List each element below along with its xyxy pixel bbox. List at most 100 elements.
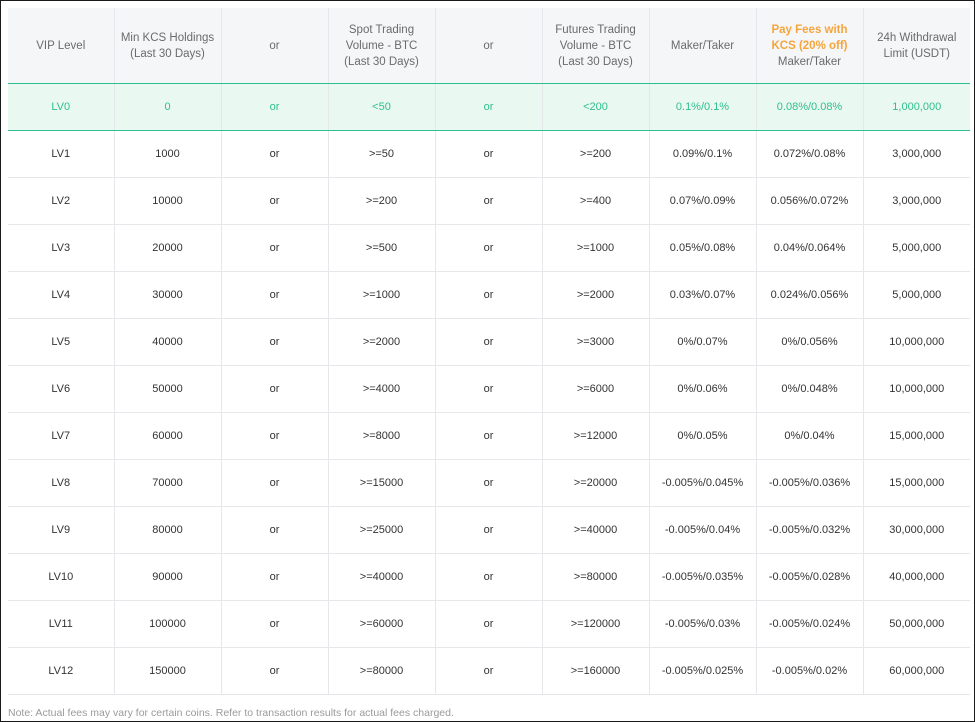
cell-or: or	[435, 224, 543, 272]
cell-futures-volume: >=3000	[542, 318, 650, 366]
cell-kcs-maker-taker: 0.08%/0.08%	[756, 83, 864, 131]
cell-min-kcs: 1000	[114, 130, 222, 178]
header-kcs-fees: Pay Fees with KCS (20% off) Maker/Taker	[756, 8, 864, 84]
cell-spot-volume: >=40000	[328, 553, 436, 601]
table-row: LV7 60000 or >=8000 or >=12000 0%/0.05% 0%/0.04…	[8, 412, 970, 460]
cell-withdrawal-limit: 5,000,000	[863, 271, 970, 319]
cell-kcs-maker-taker: 0%/0.04%	[756, 412, 864, 460]
table-row-current-level: LV0 0 or <50 or <200 0.1%/0.1% 0.08%/0.08% 1,000…	[8, 83, 970, 131]
cell-withdrawal-limit: 1,000,000	[863, 83, 970, 131]
cell-or: or	[221, 459, 329, 507]
table-row: LV5 40000 or >=2000 or >=3000 0%/0.07% 0%/0.056…	[8, 318, 970, 366]
cell-vip-level: LV5	[8, 318, 115, 366]
cell-min-kcs: 40000	[114, 318, 222, 366]
cell-or: or	[221, 318, 329, 366]
cell-maker-taker: 0%/0.07%	[649, 318, 757, 366]
cell-spot-volume: >=8000	[328, 412, 436, 460]
cell-spot-volume: >=60000	[328, 600, 436, 648]
table-header: VIP Level Min KCS Holdings (Last 30 Days…	[8, 8, 970, 84]
cell-min-kcs: 30000	[114, 271, 222, 319]
cell-futures-volume: >=2000	[542, 271, 650, 319]
cell-or: or	[435, 83, 543, 131]
table-row: LV6 50000 or >=4000 or >=6000 0%/0.06% 0%/0.048…	[8, 365, 970, 413]
table-row: LV4 30000 or >=1000 or >=2000 0.03%/0.07% 0.024…	[8, 271, 970, 319]
cell-futures-volume: >=400	[542, 177, 650, 225]
header-withdrawal-limit: 24h Withdrawal Limit (USDT)	[863, 8, 970, 84]
cell-min-kcs: 80000	[114, 506, 222, 554]
cell-futures-volume: >=80000	[542, 553, 650, 601]
cell-min-kcs: 100000	[114, 600, 222, 648]
header-or: or	[435, 8, 543, 84]
cell-spot-volume: >=4000	[328, 365, 436, 413]
cell-maker-taker: 0.09%/0.1%	[649, 130, 757, 178]
cell-or: or	[435, 600, 543, 648]
cell-maker-taker: 0.05%/0.08%	[649, 224, 757, 272]
cell-maker-taker: 0%/0.06%	[649, 365, 757, 413]
cell-spot-volume: >=500	[328, 224, 436, 272]
cell-spot-volume: >=15000	[328, 459, 436, 507]
cell-or: or	[221, 365, 329, 413]
header-min-kcs: Min KCS Holdings (Last 30 Days)	[114, 8, 222, 84]
kcs-maker-taker-label: Maker/Taker	[777, 55, 842, 68]
cell-or: or	[435, 553, 543, 601]
cell-futures-volume: >=40000	[542, 506, 650, 554]
cell-withdrawal-limit: 10,000,000	[863, 318, 970, 366]
header-spot-volume: Spot Trading Volume - BTC (Last 30 Days)	[328, 8, 436, 84]
table-row: LV1 1000 or >=50 or >=200 0.09%/0.1% 0.072%/0.0…	[8, 130, 970, 178]
cell-or: or	[435, 412, 543, 460]
fee-table-frame: VIP Level Min KCS Holdings (Last 30 Days…	[0, 0, 975, 722]
cell-maker-taker: 0%/0.05%	[649, 412, 757, 460]
cell-maker-taker: 0.07%/0.09%	[649, 177, 757, 225]
table-row: LV8 70000 or >=15000 or >=20000 -0.005%/0.045%…	[8, 459, 970, 507]
cell-or: or	[221, 177, 329, 225]
cell-or: or	[221, 553, 329, 601]
cell-withdrawal-limit: 30,000,000	[863, 506, 970, 554]
cell-kcs-maker-taker: -0.005%/0.028%	[756, 553, 864, 601]
cell-withdrawal-limit: 60,000,000	[863, 647, 970, 695]
cell-withdrawal-limit: 15,000,000	[863, 412, 970, 460]
table-row: LV11 100000 or >=60000 or >=120000 -0.005%/0.0…	[8, 600, 970, 648]
cell-or: or	[435, 318, 543, 366]
table-row: LV12 150000 or >=80000 or >=160000 -0.005%/0.0…	[8, 647, 970, 695]
header-row: VIP Level Min KCS Holdings (Last 30 Days…	[8, 8, 970, 84]
kcs-discount-label: Pay Fees with KCS (20% off)	[771, 23, 848, 52]
cell-min-kcs: 50000	[114, 365, 222, 413]
cell-maker-taker: -0.005%/0.04%	[649, 506, 757, 554]
cell-vip-level: LV7	[8, 412, 115, 460]
cell-kcs-maker-taker: -0.005%/0.032%	[756, 506, 864, 554]
cell-kcs-maker-taker: 0.056%/0.072%	[756, 177, 864, 225]
cell-maker-taker: -0.005%/0.035%	[649, 553, 757, 601]
cell-vip-level: LV8	[8, 459, 115, 507]
header-or: or	[221, 8, 329, 84]
cell-maker-taker: 0.03%/0.07%	[649, 271, 757, 319]
cell-spot-volume: >=1000	[328, 271, 436, 319]
cell-vip-level: LV10	[8, 553, 115, 601]
table-row: LV3 20000 or >=500 or >=1000 0.05%/0.08% 0.04%/…	[8, 224, 970, 272]
cell-or: or	[435, 365, 543, 413]
cell-min-kcs: 20000	[114, 224, 222, 272]
cell-futures-volume: >=6000	[542, 365, 650, 413]
cell-futures-volume: <200	[542, 83, 650, 131]
cell-or: or	[221, 600, 329, 648]
cell-vip-level: LV1	[8, 130, 115, 178]
cell-kcs-maker-taker: 0.072%/0.08%	[756, 130, 864, 178]
cell-vip-level: LV6	[8, 365, 115, 413]
cell-maker-taker: -0.005%/0.03%	[649, 600, 757, 648]
cell-vip-level: LV12	[8, 647, 115, 695]
cell-spot-volume: >=80000	[328, 647, 436, 695]
cell-kcs-maker-taker: 0.024%/0.056%	[756, 271, 864, 319]
cell-withdrawal-limit: 3,000,000	[863, 177, 970, 225]
table-row: LV9 80000 or >=25000 or >=40000 -0.005%/0.04% -…	[8, 506, 970, 554]
cell-or: or	[221, 412, 329, 460]
cell-futures-volume: >=200	[542, 130, 650, 178]
cell-spot-volume: >=2000	[328, 318, 436, 366]
cell-withdrawal-limit: 15,000,000	[863, 459, 970, 507]
cell-withdrawal-limit: 10,000,000	[863, 365, 970, 413]
cell-maker-taker: -0.005%/0.025%	[649, 647, 757, 695]
cell-or: or	[435, 271, 543, 319]
cell-kcs-maker-taker: -0.005%/0.024%	[756, 600, 864, 648]
cell-min-kcs: 0	[114, 83, 222, 131]
cell-vip-level: LV4	[8, 271, 115, 319]
cell-min-kcs: 60000	[114, 412, 222, 460]
cell-min-kcs: 70000	[114, 459, 222, 507]
